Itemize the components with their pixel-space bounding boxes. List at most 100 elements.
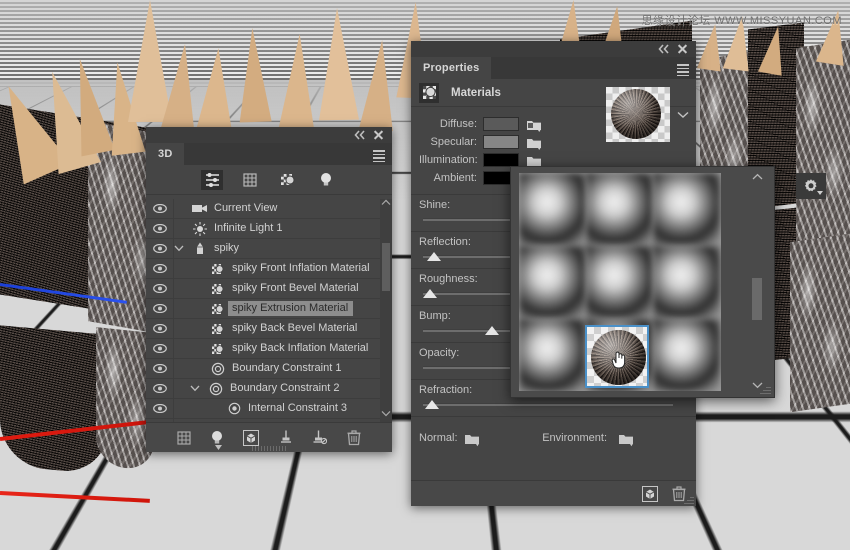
add-constraint-icon[interactable] (279, 430, 293, 445)
gear-icon[interactable] (796, 173, 826, 199)
visibility-icon[interactable] (146, 399, 174, 419)
label-normal: Normal: (411, 432, 459, 444)
texture-menu-icon[interactable] (527, 119, 541, 130)
visibility-icon[interactable] (146, 339, 174, 359)
3d-panel-tabstrip[interactable]: 3D (146, 143, 392, 165)
remove-constraint-icon[interactable] (313, 430, 327, 445)
scrollbar-thumb[interactable] (752, 278, 762, 320)
texture-thumbnail[interactable] (653, 173, 720, 246)
material-thumbnail[interactable] (606, 87, 670, 142)
slider-thumb[interactable] (423, 289, 437, 298)
scrollbar-thumb[interactable] (382, 243, 390, 291)
3d-filter-toolbar[interactable] (146, 165, 392, 195)
list-item[interactable]: Boundary Constraint 2 (146, 379, 392, 399)
panel-menu-icon[interactable] (373, 150, 385, 159)
mesh-filter-icon[interactable] (239, 170, 261, 190)
3d-list-scrollbar[interactable] (380, 199, 392, 422)
slider-refraction[interactable] (423, 400, 673, 409)
material-icon (208, 303, 228, 315)
visibility-icon[interactable] (146, 219, 174, 239)
tab-3d[interactable]: 3D (146, 143, 184, 165)
list-item[interactable]: Boundary Constraint 1 (146, 359, 392, 379)
visibility-icon[interactable] (146, 239, 174, 259)
3d-scene-list[interactable]: Current View Infinite Light 1 spiky spik… (146, 199, 392, 422)
list-item[interactable]: Current View (146, 199, 392, 219)
swatch-specular[interactable] (483, 135, 519, 149)
add-light-icon[interactable] (211, 430, 223, 445)
list-item-label: spiky Back Bevel Material (228, 321, 362, 336)
texture-thumbnail[interactable] (519, 246, 586, 319)
constraint-icon (224, 402, 244, 415)
chevron-down-icon[interactable] (677, 111, 689, 119)
materials-filter-icon[interactable] (277, 170, 299, 190)
texture-thumbnail[interactable] (586, 173, 653, 246)
add-mesh-icon[interactable] (177, 431, 191, 445)
tabstrip-empty (184, 143, 392, 165)
texture-picker-popup[interactable] (510, 166, 775, 398)
texture-thumbnail-selected[interactable] (585, 325, 649, 388)
gear-dropdown-arrow-icon[interactable] (817, 191, 823, 195)
list-item-selected[interactable]: spiky Extrusion Material (146, 299, 392, 319)
folder-icon[interactable] (465, 433, 479, 444)
properties-bottom-toolbar[interactable] (411, 480, 696, 506)
close-icon[interactable] (677, 43, 688, 54)
list-item[interactable]: spiky Back Bevel Material (146, 319, 392, 339)
add-ibl-icon[interactable] (243, 430, 259, 446)
folder-icon[interactable] (527, 155, 541, 166)
properties-titlebar[interactable] (411, 41, 696, 57)
collapse-icon[interactable] (354, 130, 366, 140)
list-item[interactable]: spiky Back Inflation Material (146, 339, 392, 359)
3d-panel[interactable]: 3D (146, 127, 392, 452)
texture-thumbnail[interactable] (653, 319, 720, 391)
list-item[interactable]: Internal Constraint 3 (146, 399, 392, 419)
list-item[interactable]: spiky Front Inflation Material (146, 259, 392, 279)
folder-icon[interactable] (619, 433, 633, 444)
visibility-icon[interactable] (146, 279, 174, 299)
texture-thumbnail[interactable] (586, 246, 653, 319)
chevron-up-icon[interactable] (752, 173, 762, 181)
visibility-icon[interactable] (146, 359, 174, 379)
chevron-down-icon[interactable] (381, 410, 391, 422)
list-item[interactable]: spiky (146, 239, 392, 259)
new-material-icon[interactable] (642, 486, 658, 502)
slider-thumb[interactable] (485, 326, 499, 335)
visibility-icon[interactable] (146, 379, 174, 399)
slider-thumb[interactable] (425, 400, 439, 409)
slider-thumb[interactable] (427, 252, 441, 261)
swatch-diffuse[interactable] (483, 117, 519, 131)
texture-thumbnail[interactable] (519, 319, 586, 391)
chevron-up-icon[interactable] (381, 199, 391, 211)
chevron-down-icon[interactable] (190, 385, 206, 392)
delete-icon[interactable] (347, 430, 361, 446)
collapse-icon[interactable] (658, 44, 670, 54)
close-icon[interactable] (373, 129, 384, 140)
lights-filter-icon[interactable] (315, 170, 337, 190)
list-item-label: spiky Extrusion Material (228, 301, 353, 316)
label-diffuse: Diffuse: (419, 118, 483, 130)
folder-icon[interactable] (527, 137, 541, 148)
visibility-icon[interactable] (146, 259, 174, 279)
texture-thumbnail[interactable] (653, 246, 720, 319)
properties-tabstrip[interactable]: Properties (411, 57, 696, 79)
list-item[interactable]: Infinite Light 1 (146, 219, 392, 239)
visibility-icon[interactable] (146, 319, 174, 339)
list-item[interactable]: spiky Front Bevel Material (146, 279, 392, 299)
row-normal-environment[interactable]: Normal: Environment: (411, 429, 696, 447)
label-ambient: Ambient: (419, 172, 483, 184)
visibility-icon[interactable] (146, 199, 174, 219)
panel-resize-handle[interactable] (252, 446, 286, 451)
visibility-icon[interactable] (146, 299, 174, 319)
swatch-illumination[interactable] (483, 153, 519, 167)
panel-menu-icon[interactable] (677, 64, 689, 73)
popup-resize-grip[interactable] (760, 383, 771, 394)
scene-filter-icon[interactable] (201, 170, 223, 190)
chevron-down-icon[interactable] (174, 245, 190, 252)
3d-panel-titlebar[interactable] (146, 127, 392, 143)
tab-properties[interactable]: Properties (411, 57, 491, 79)
camera-icon (190, 203, 210, 214)
constraint-icon (206, 382, 226, 396)
resize-grip[interactable] (684, 494, 694, 504)
texture-thumbnail[interactable] (519, 173, 586, 246)
scene-spike (236, 27, 271, 122)
texture-scrollbar[interactable] (750, 173, 764, 391)
